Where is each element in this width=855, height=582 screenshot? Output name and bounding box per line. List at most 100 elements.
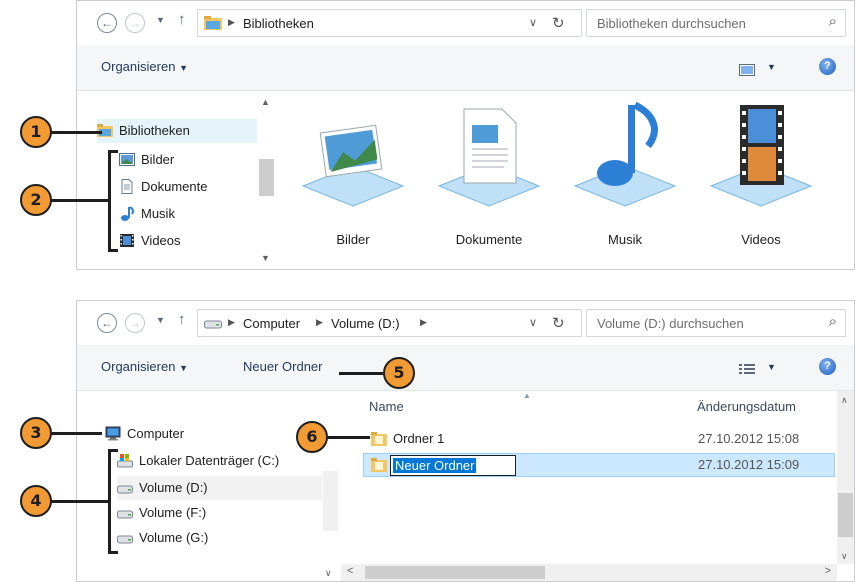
recent-locations-dropdown-icon[interactable]: ▼ xyxy=(156,315,165,325)
libraries-content: Bilder Dokumente Musik Videos xyxy=(276,91,854,269)
callout-leader xyxy=(50,432,102,435)
search-placeholder: Bibliotheken durchsuchen xyxy=(597,16,746,31)
nav-item-label: Volume (F:) xyxy=(139,505,207,520)
nav-item-music[interactable]: Musik xyxy=(119,202,269,226)
videos-library-icon xyxy=(709,105,813,207)
address-field[interactable]: ▶ Computer ▶ Volume (D:) ▶ ∨ ↻ xyxy=(197,309,582,337)
rename-text: Neuer Ordner xyxy=(393,458,477,473)
column-header-date[interactable]: Änderungsdatum xyxy=(697,399,796,414)
callout-leader xyxy=(339,372,383,375)
breadcrumb-volume-d[interactable]: Volume (D:) xyxy=(331,316,400,331)
help-icon[interactable]: ? xyxy=(819,58,836,75)
up-arrow-icon[interactable]: ↑ xyxy=(178,311,186,328)
scroll-up-icon[interactable]: ∧ xyxy=(841,395,848,406)
scrollbar-thumb[interactable] xyxy=(323,471,338,531)
nav-item-label: Musik xyxy=(141,206,175,221)
scrollbar-thumb[interactable] xyxy=(838,493,853,537)
command-bar: Organisieren ▼ ▼ ? xyxy=(77,45,854,91)
view-dropdown-icon[interactable]: ▼ xyxy=(767,362,776,372)
address-dropdown-icon[interactable]: ∨ xyxy=(529,16,537,29)
library-label: Dokumente xyxy=(455,232,523,247)
scrollbar-thumb[interactable] xyxy=(365,566,545,579)
recent-locations-dropdown-icon[interactable]: ▼ xyxy=(156,15,165,25)
scroll-down-icon[interactable]: ∨ xyxy=(325,568,332,579)
refresh-icon[interactable]: ↻ xyxy=(552,14,565,32)
callout-leader xyxy=(50,131,102,134)
music-note-icon xyxy=(121,206,135,221)
file-row[interactable]: Ordner 1 27.10.2012 15:08 xyxy=(363,427,835,451)
nav-item-computer[interactable]: Computer xyxy=(105,422,255,446)
address-field[interactable]: ▶ Bibliotheken ∨ ↻ xyxy=(197,9,582,37)
pictures-library-icon xyxy=(301,124,405,207)
library-tile-pictures[interactable]: Bilder xyxy=(288,91,418,261)
forward-button[interactable]: → xyxy=(125,313,145,333)
callout-leader xyxy=(50,199,108,202)
view-options-icon[interactable] xyxy=(739,64,755,76)
new-folder-button[interactable]: Neuer Ordner xyxy=(243,359,322,374)
nav-item-documents[interactable]: Dokumente xyxy=(119,175,269,199)
refresh-icon[interactable]: ↻ xyxy=(552,314,565,332)
file-date: 27.10.2012 15:09 xyxy=(698,457,800,472)
nav-item-label: Bibliotheken xyxy=(119,123,190,138)
back-button[interactable]: ← xyxy=(97,313,117,333)
callout-4: 4 xyxy=(20,485,52,517)
scroll-down-icon[interactable]: ∨ xyxy=(841,551,848,562)
breadcrumb-libraries[interactable]: Bibliotheken xyxy=(243,16,314,31)
scroll-right-icon[interactable]: > xyxy=(825,565,831,577)
library-tile-music[interactable]: Musik xyxy=(560,91,690,261)
documents-library-icon xyxy=(437,108,541,207)
callout-6: 6 xyxy=(296,421,328,453)
library-tile-documents[interactable]: Dokumente xyxy=(424,91,554,261)
nav-item-label: Computer xyxy=(127,426,185,441)
scroll-left-icon[interactable]: < xyxy=(347,565,353,577)
callout-5: 5 xyxy=(383,357,415,389)
search-icon[interactable]: ⌕ xyxy=(829,13,837,30)
nav-item-libraries[interactable]: Bibliotheken xyxy=(97,119,257,143)
help-icon[interactable]: ? xyxy=(819,358,836,375)
up-arrow-icon[interactable]: ↑ xyxy=(178,11,186,28)
drive-icon xyxy=(117,485,133,494)
music-library-icon xyxy=(573,101,677,207)
nav-item-volume-d[interactable]: Volume (D:) xyxy=(117,476,322,500)
organize-button[interactable]: Organisieren ▼ xyxy=(101,359,188,374)
organize-button[interactable]: Organisieren ▼ xyxy=(101,59,188,74)
navigation-scrollbar[interactable]: ▲ ▼ xyxy=(258,91,275,269)
search-icon[interactable]: ⌕ xyxy=(829,313,837,330)
search-box[interactable]: Volume (D:) durchsuchen ⌕ xyxy=(586,309,846,337)
scroll-down-icon[interactable]: ▼ xyxy=(261,253,270,263)
library-label: Bilder xyxy=(336,232,370,247)
forward-button[interactable]: → xyxy=(125,13,145,33)
library-label: Musik xyxy=(608,232,642,247)
nav-item-volume-g[interactable]: Volume (G:) xyxy=(117,526,267,550)
pictures-icon xyxy=(119,153,135,166)
breadcrumb-computer[interactable]: Computer xyxy=(243,316,300,331)
file-row-selected[interactable]: Neuer Ordner 27.10.2012 15:09 xyxy=(363,453,835,477)
rename-input[interactable]: Neuer Ordner xyxy=(390,455,516,476)
drive-icon xyxy=(117,510,133,519)
nav-item-videos[interactable]: Videos xyxy=(119,229,269,253)
folder-icon xyxy=(371,458,387,472)
address-dropdown-icon[interactable]: ∨ xyxy=(529,316,537,329)
view-dropdown-icon[interactable]: ▼ xyxy=(767,62,776,72)
search-placeholder: Volume (D:) durchsuchen xyxy=(597,316,744,331)
scrollbar-thumb[interactable] xyxy=(259,159,274,196)
details-view-icon[interactable] xyxy=(739,363,755,376)
column-header-name[interactable]: Name xyxy=(369,399,404,414)
file-list-hscrollbar[interactable]: < > xyxy=(341,564,837,581)
nav-item-pictures[interactable]: Bilder xyxy=(119,148,269,172)
callout-bracket xyxy=(108,150,118,252)
nav-item-label: Volume (D:) xyxy=(139,480,208,495)
library-tile-videos[interactable]: Videos xyxy=(696,91,826,261)
navigation-scrollbar[interactable]: ∨ xyxy=(322,391,339,581)
scroll-up-icon[interactable]: ▲ xyxy=(261,97,270,107)
folder-icon xyxy=(371,432,387,446)
search-box[interactable]: Bibliotheken durchsuchen ⌕ xyxy=(586,9,846,37)
file-list-vscrollbar[interactable]: ∧ ∨ xyxy=(837,391,854,564)
file-name: Ordner 1 xyxy=(393,431,445,446)
nav-item-drive-c[interactable]: Lokaler Datenträger (C:) xyxy=(117,449,313,473)
back-button[interactable]: ← xyxy=(97,13,117,33)
file-date: 27.10.2012 15:08 xyxy=(698,431,800,446)
nav-item-volume-f[interactable]: Volume (F:) xyxy=(117,501,267,525)
address-bar: ← → ▼ ↑ ▶ Computer ▶ Volume (D:) ▶ ∨ ↻ V… xyxy=(77,301,854,345)
command-bar: Organisieren ▼ Neuer Ordner ▼ ? xyxy=(77,345,854,391)
